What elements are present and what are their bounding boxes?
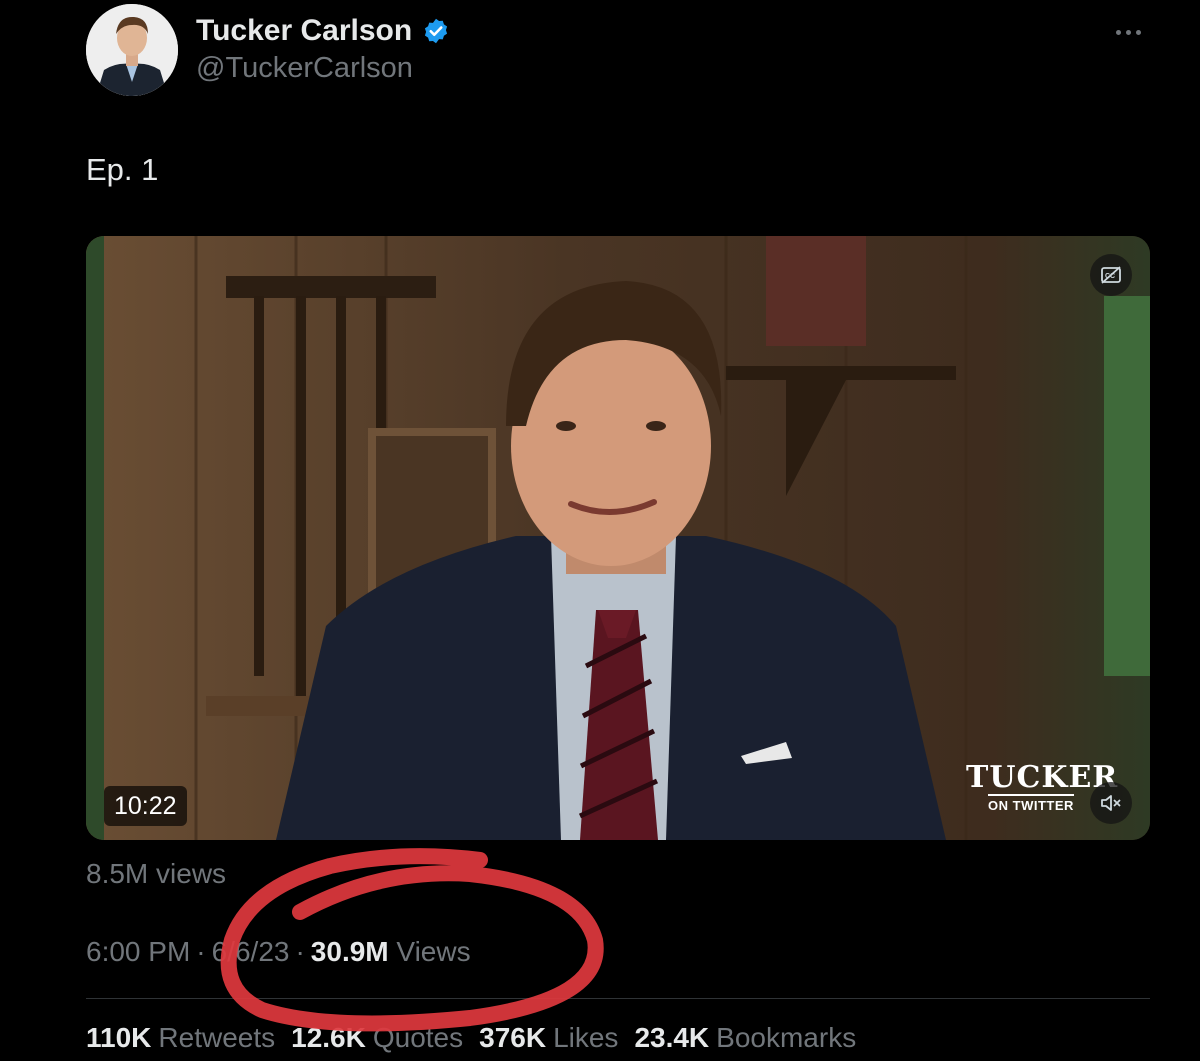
likes-label: Likes: [553, 1022, 619, 1053]
tweet-meta: 6:00 PM · 6/6/23 · 30.9M Views: [86, 936, 471, 968]
retweets-label: Retweets: [158, 1022, 276, 1053]
logo-main-text: TUCKER: [966, 760, 1119, 795]
views-label[interactable]: Views: [396, 936, 470, 967]
tweet-time[interactable]: 6:00 PM: [86, 936, 190, 968]
views-count[interactable]: 30.9M: [311, 936, 389, 967]
quotes-label: Quotes: [372, 1022, 464, 1053]
divider: [86, 998, 1150, 999]
author-handle[interactable]: @TuckerCarlson: [196, 52, 413, 85]
tweet-stats: 110K Retweets 12.6K Quotes 376K Likes 23.4K…: [86, 1022, 856, 1054]
bookmarks-label: Bookmarks: [716, 1022, 857, 1053]
video-player[interactable]: [86, 236, 1150, 840]
author-name-row[interactable]: Tucker Carlson: [196, 14, 450, 48]
likes-stat[interactable]: 376K Likes: [479, 1022, 618, 1054]
retweets-stat[interactable]: 110K Retweets: [86, 1022, 275, 1054]
mute-icon[interactable]: [1090, 782, 1132, 824]
author-name[interactable]: Tucker Carlson: [196, 14, 412, 48]
video-duration: 10:22: [104, 786, 187, 826]
meta-separator: ·: [295, 936, 305, 967]
video-frame: [86, 236, 1150, 840]
tucker-logo: TUCKER ON TWITTER: [966, 760, 1119, 815]
avatar[interactable]: [86, 4, 178, 96]
quotes-stat[interactable]: 12.6K Quotes: [291, 1022, 463, 1054]
bookmarks-count: 23.4K: [634, 1022, 710, 1053]
meta-separator: ·: [196, 936, 206, 967]
bookmarks-stat[interactable]: 23.4K Bookmarks: [634, 1022, 856, 1054]
tweet-date[interactable]: 6/6/23: [212, 936, 290, 968]
captions-off-icon[interactable]: CC: [1090, 254, 1132, 296]
likes-count: 376K: [479, 1022, 547, 1053]
quotes-count: 12.6K: [291, 1022, 366, 1053]
logo-sub-text: ON TWITTER: [988, 794, 1074, 813]
retweets-count: 110K: [86, 1022, 152, 1053]
verified-badge-icon: [422, 17, 450, 45]
more-options-icon[interactable]: [1116, 20, 1150, 44]
video-views-count: 8.5M views: [86, 858, 227, 889]
tweet-text: Ep. 1: [86, 152, 159, 187]
